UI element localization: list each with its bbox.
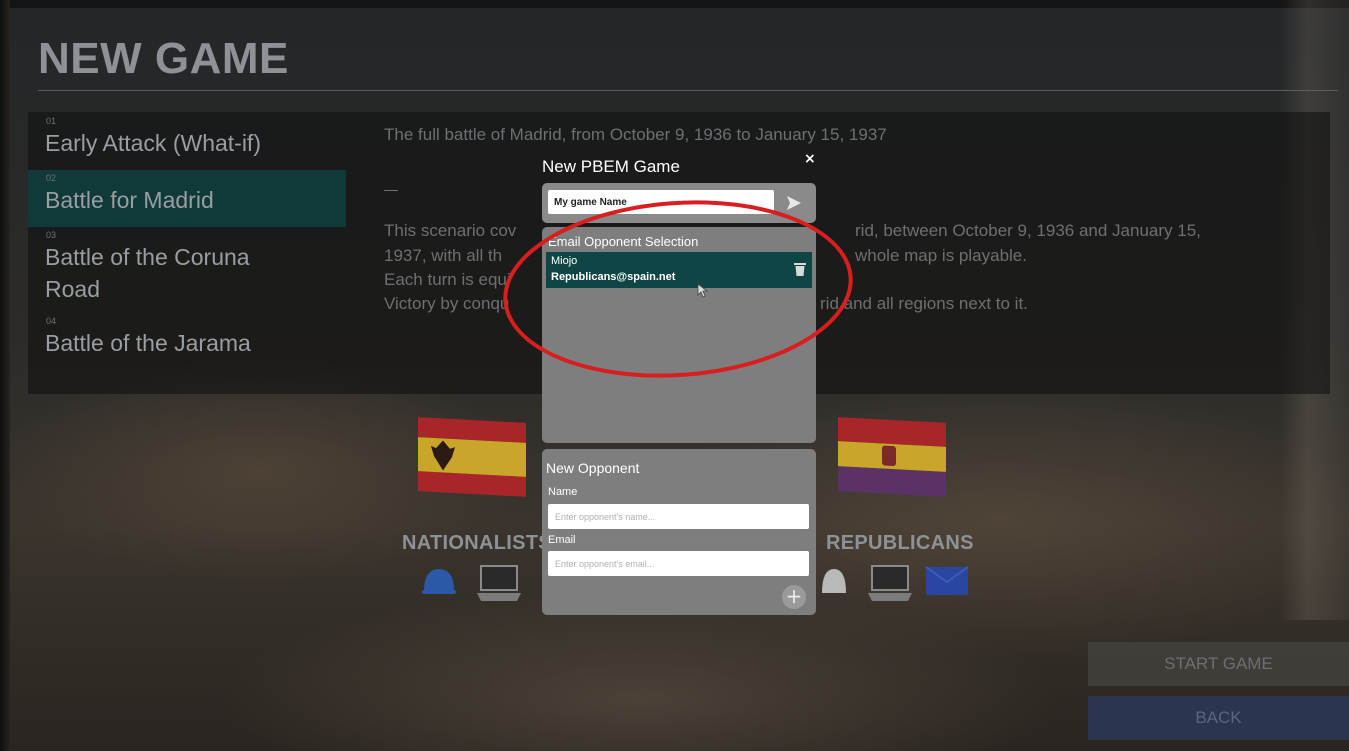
description-line-tail: rid and all regions next to it. xyxy=(820,294,1028,313)
back-button[interactable]: BACK xyxy=(1088,696,1349,740)
scenario-number: 03 xyxy=(46,230,57,240)
republican-flag xyxy=(838,417,946,497)
scenario-name: Early Attack (What-if) xyxy=(45,130,261,156)
scenario-number: 01 xyxy=(46,116,57,126)
title-divider xyxy=(38,90,1338,91)
scenario-item-early-attack[interactable]: 01 Early Attack (What-if) xyxy=(28,113,346,170)
description-line: This scenario cov xyxy=(384,221,517,240)
mail-icon[interactable] xyxy=(925,566,969,596)
opponent-email: Republicans@spain.net xyxy=(551,271,676,283)
scenario-name: Battle of the Jarama xyxy=(45,330,251,356)
add-opponent-button[interactable]: + xyxy=(782,585,806,609)
description-line-tail: whole map is playable. xyxy=(855,246,1027,265)
scenario-number: 04 xyxy=(46,316,57,326)
computer-icon[interactable] xyxy=(866,563,914,603)
new-opponent-header: New Opponent xyxy=(546,460,640,476)
scenario-name: Battle for Madrid xyxy=(45,187,214,213)
description-line: 1937, with all th xyxy=(384,246,503,265)
scenario-item-coruna-road[interactable]: 03 Battle of the Coruna Road xyxy=(28,227,346,313)
helmet-icon[interactable] xyxy=(421,565,457,599)
description-line: Victory by conqu xyxy=(384,294,510,313)
republicans-label: REPUBLICANS xyxy=(826,532,974,554)
opponent-name-field[interactable] xyxy=(548,504,809,529)
nationalists-label: NATIONALISTS xyxy=(402,532,552,554)
opponent-name-label: Name xyxy=(548,486,578,498)
opponent-name: Miojo xyxy=(551,255,578,267)
nationalist-flag xyxy=(418,417,526,497)
description-line: Each turn is equi xyxy=(384,270,511,289)
mouse-cursor-icon xyxy=(697,283,709,298)
opponent-selection-header: Email Opponent Selection xyxy=(548,234,699,249)
opponent-email-label: Email xyxy=(548,534,576,546)
page-title: NEW GAME xyxy=(38,34,289,83)
start-game-button[interactable]: START GAME xyxy=(1088,642,1349,686)
window-top-border xyxy=(0,0,1349,8)
eagle-emblem-icon xyxy=(431,440,455,471)
opponent-email-field[interactable] xyxy=(548,551,809,576)
send-arrow-icon xyxy=(787,196,801,210)
description-divider xyxy=(384,190,398,191)
game-name-input[interactable] xyxy=(548,190,774,214)
description-line-tail: rid, between October 9, 1936 and January… xyxy=(855,221,1201,240)
trash-icon[interactable] xyxy=(793,261,807,277)
republic-crest-icon xyxy=(882,445,896,467)
window-left-border xyxy=(0,0,10,751)
scenario-name: Battle of the Coruna Road xyxy=(45,244,250,302)
send-button[interactable] xyxy=(779,190,809,216)
scenario-summary: The full battle of Madrid, from October … xyxy=(384,125,887,144)
dialog-title: New PBEM Game xyxy=(542,157,680,176)
scenario-number: 02 xyxy=(46,173,57,183)
scenario-item-jarama[interactable]: 04 Battle of the Jarama xyxy=(28,313,346,370)
computer-icon[interactable] xyxy=(475,563,523,603)
close-icon[interactable]: × xyxy=(804,151,816,167)
scenario-item-battle-for-madrid[interactable]: 02 Battle for Madrid xyxy=(28,170,346,227)
helmet-icon[interactable] xyxy=(819,565,849,599)
